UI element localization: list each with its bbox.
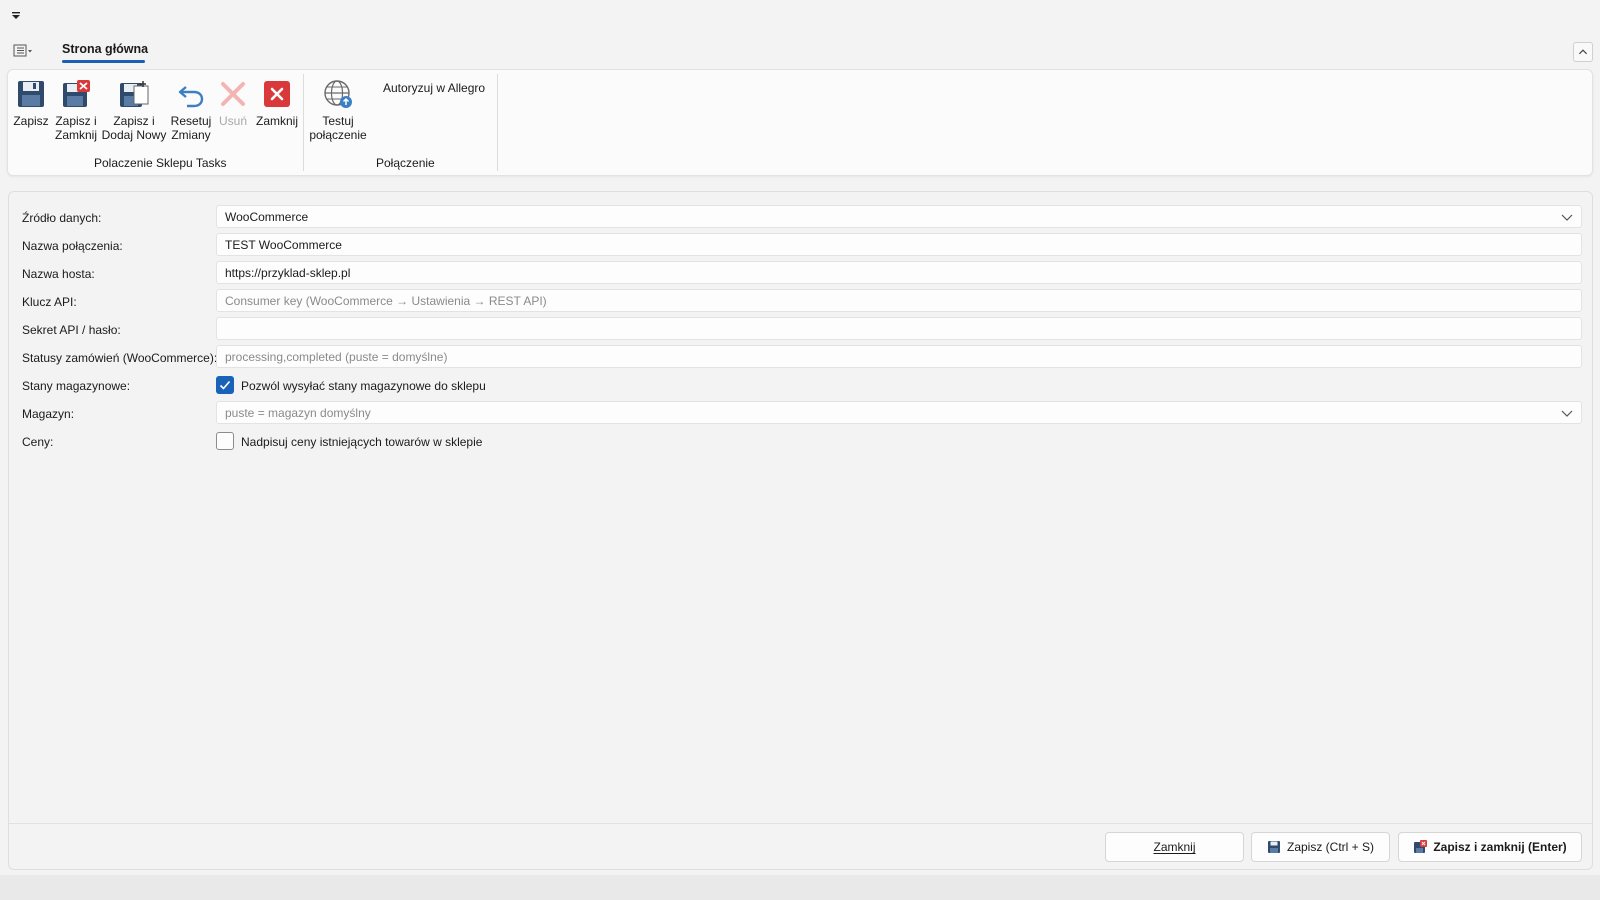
save-close-label: Zapisz i Zamknij	[54, 114, 97, 142]
prices-checkbox-label[interactable]: Nadpisuj ceny istniejących towarów w skl…	[241, 435, 482, 449]
save-icon	[18, 81, 44, 107]
stock-checkbox[interactable]	[216, 376, 234, 394]
footer-save-close-button[interactable]: Zapisz i zamknij (Enter)	[1398, 832, 1582, 862]
warehouse-select[interactable]: puste = magazyn domyślny	[216, 401, 1582, 424]
connection-name-label: Nazwa połączenia:	[22, 239, 123, 253]
api-key-input[interactable]: Consumer key (WooCommerce → Ustawienia →…	[216, 289, 1582, 312]
form-panel: Źródło danych: WooCommerce Nazwa połącze…	[8, 191, 1593, 870]
save-close-icon	[1414, 840, 1428, 853]
chevron-down-icon	[1561, 214, 1573, 221]
connection-name-input[interactable]: TEST WooCommerce	[216, 233, 1582, 256]
warehouse-label: Magazyn:	[22, 407, 75, 421]
api-secret-input[interactable]	[216, 317, 1582, 340]
save-button[interactable]: Zapisz	[13, 78, 49, 128]
save-close-icon	[63, 80, 90, 107]
stock-checkbox-label[interactable]: Pozwól wysyłać stany magazynowe do sklep…	[241, 379, 486, 393]
delete-label: Usuń	[218, 114, 247, 128]
reset-label: Resetuj Zmiany	[170, 114, 212, 142]
undo-icon	[178, 86, 204, 108]
save-new-label: Zapisz i Dodaj Nowy	[101, 114, 167, 142]
chevron-up-icon	[1578, 49, 1588, 55]
ribbon-collapse-button[interactable]	[1573, 42, 1593, 62]
save-new-button[interactable]: Zapisz i Dodaj Nowy	[101, 78, 167, 142]
prices-checkbox[interactable]	[216, 432, 234, 450]
authorize-allegro-button[interactable]: Autoryzuj w Allegro	[383, 81, 485, 95]
api-key-label: Klucz API:	[22, 295, 77, 309]
test-connection-label: Testuj połączenie	[309, 114, 367, 142]
host-input[interactable]: https://przyklad-sklep.pl	[216, 261, 1582, 284]
source-select[interactable]: WooCommerce	[216, 205, 1582, 228]
group-separator	[497, 74, 498, 171]
warehouse-placeholder: puste = magazyn domyślny	[225, 406, 371, 420]
tab-active-indicator	[62, 60, 145, 63]
footer-save-close-label: Zapisz i zamknij (Enter)	[1433, 840, 1567, 854]
close-button[interactable]: Zamknij	[255, 78, 299, 128]
tab-strona-glowna[interactable]: Strona główna	[62, 42, 148, 60]
checkmark-icon	[219, 380, 231, 390]
save-new-icon	[120, 81, 149, 107]
globe-icon	[324, 80, 352, 108]
save-close-button[interactable]: Zapisz i Zamknij	[54, 78, 98, 142]
close-label: Zamknij	[255, 114, 298, 128]
close-icon	[264, 81, 290, 107]
order-statuses-label: Statusy zamówień (WooCommerce):	[22, 351, 218, 365]
ribbon-tab-strip: Strona główna	[0, 38, 1600, 68]
group-label-tasks: Polaczenie Sklepu Tasks	[94, 156, 227, 170]
ribbon-menu-icon[interactable]	[13, 43, 35, 59]
footer-save-button[interactable]: Zapisz (Ctrl + S)	[1251, 832, 1390, 862]
save-label: Zapisz	[13, 114, 49, 128]
footer-save-label: Zapisz (Ctrl + S)	[1286, 840, 1374, 854]
chevron-down-icon	[1561, 410, 1573, 417]
source-value: WooCommerce	[225, 210, 309, 224]
status-bar	[0, 875, 1600, 900]
footer-close-button[interactable]: Zamknij	[1105, 832, 1244, 862]
api-secret-label: Sekret API / hasło:	[22, 323, 121, 337]
reset-button[interactable]: Resetuj Zmiany	[170, 78, 212, 142]
test-connection-button[interactable]: Testuj połączenie	[308, 78, 368, 142]
group-separator	[303, 74, 304, 171]
group-label-connection: Połączenie	[376, 156, 435, 170]
ribbon: Zapisz Zapisz i Zamknij Zapisz i Dodaj N…	[7, 69, 1593, 176]
save-icon	[1267, 841, 1280, 853]
host-label: Nazwa hosta:	[22, 267, 95, 281]
quick-access-dropdown-icon[interactable]	[10, 8, 22, 22]
prices-label: Ceny:	[22, 435, 54, 449]
source-label: Źródło danych:	[22, 211, 102, 225]
stock-label: Stany magazynowe:	[22, 379, 131, 393]
delete-button[interactable]: Usuń	[216, 78, 250, 128]
delete-icon	[221, 82, 245, 106]
order-statuses-input[interactable]: processing,completed (puste = domyślne)	[216, 345, 1582, 368]
footer-separator	[9, 823, 1592, 824]
footer-close-label: Zamknij	[1153, 840, 1196, 854]
